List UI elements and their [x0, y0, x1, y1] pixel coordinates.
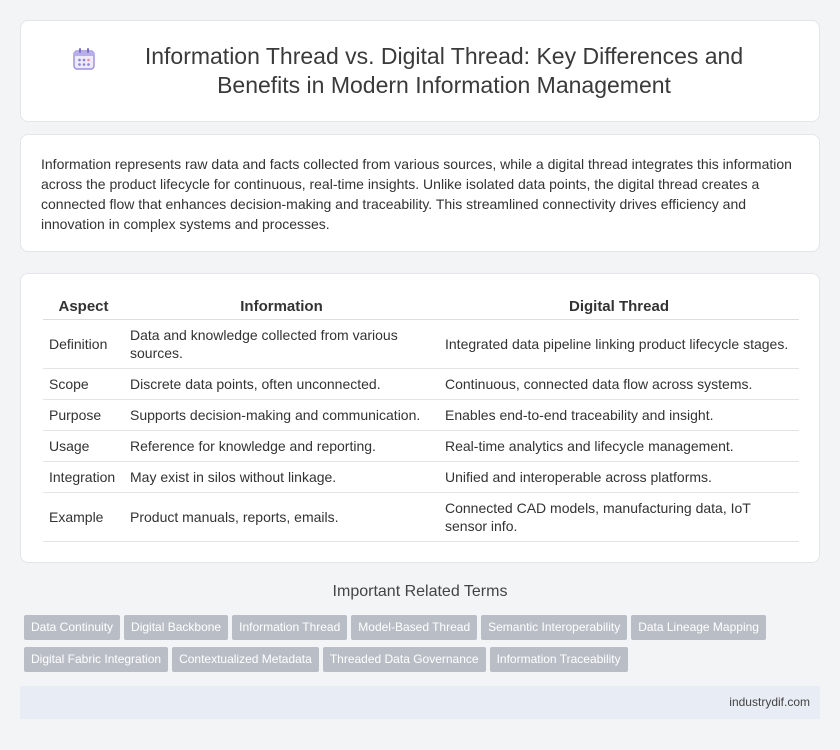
page-title: Information Thread vs. Digital Thread: K… [144, 43, 744, 98]
title-wrap: Information Thread vs. Digital Thread: K… [71, 42, 769, 100]
intro-card: Information represents raw data and fact… [20, 134, 820, 252]
cell-information: May exist in silos without linkage. [124, 461, 439, 493]
header-digital-thread: Digital Thread [439, 294, 799, 320]
cell-aspect: Example [43, 492, 124, 542]
calendar-icon [73, 48, 95, 70]
footer: industrydif.com [20, 686, 820, 719]
related-terms-list: Data Continuity Digital Backbone Informati… [24, 615, 824, 679]
term-tag[interactable]: Digital Backbone [124, 615, 229, 640]
header-aspect: Aspect [43, 294, 124, 320]
term-tag[interactable]: Threaded Data Governance [322, 647, 486, 672]
table-row: Definition Data and knowledge collected … [43, 319, 799, 369]
intro-paragraph: Information represents raw data and fact… [41, 156, 792, 232]
cell-information: Product manuals, reports, emails. [124, 492, 439, 542]
cell-aspect: Integration [43, 461, 124, 493]
header-information: Information [124, 294, 439, 320]
table-header-row: Aspect Information Digital Thread [43, 294, 799, 320]
table-row: Example Product manuals, reports, emails… [43, 492, 799, 542]
table-row: Scope Discrete data points, often unconn… [43, 368, 799, 400]
cell-aspect: Purpose [43, 399, 124, 431]
cell-information: Supports decision-making and communicati… [124, 399, 439, 431]
term-tag[interactable]: Contextualized Metadata [172, 647, 319, 672]
cell-digital-thread: Continuous, connected data flow across s… [439, 368, 799, 400]
cell-digital-thread: Integrated data pipeline linking product… [439, 319, 799, 369]
comparison-table: Aspect Information Digital Thread Defini… [43, 294, 799, 542]
cell-aspect: Definition [43, 319, 124, 369]
term-tag[interactable]: Semantic Interoperability [481, 615, 628, 640]
comparison-card: Aspect Information Digital Thread Defini… [20, 273, 820, 563]
cell-information: Data and knowledge collected from variou… [124, 319, 439, 369]
term-tag[interactable]: Model-Based Thread [351, 615, 478, 640]
term-tag[interactable]: Information Traceability [489, 647, 628, 672]
cell-information: Reference for knowledge and reporting. [124, 430, 439, 462]
term-tag[interactable]: Information Thread [232, 615, 348, 640]
table-row: Integration May exist in silos without l… [43, 461, 799, 493]
term-tag[interactable]: Digital Fabric Integration [24, 647, 169, 672]
term-tag[interactable]: Data Lineage Mapping [631, 615, 766, 640]
cell-aspect: Usage [43, 430, 124, 462]
table-row: Usage Reference for knowledge and report… [43, 430, 799, 462]
cell-digital-thread: Enables end-to-end traceability and insi… [439, 399, 799, 431]
cell-digital-thread: Real-time analytics and lifecycle manage… [439, 430, 799, 462]
title-card: Information Thread vs. Digital Thread: K… [20, 20, 820, 122]
cell-information: Discrete data points, often unconnected. [124, 368, 439, 400]
cell-aspect: Scope [43, 368, 124, 400]
related-terms-title: Important Related Terms [332, 583, 508, 600]
term-tag[interactable]: Data Continuity [24, 615, 121, 640]
cell-digital-thread: Unified and interoperable across platfor… [439, 461, 799, 493]
cell-digital-thread: Connected CAD models, manufacturing data… [439, 492, 799, 542]
footer-site[interactable]: industrydif.com [729, 695, 810, 709]
table-row: Purpose Supports decision-making and com… [43, 399, 799, 431]
